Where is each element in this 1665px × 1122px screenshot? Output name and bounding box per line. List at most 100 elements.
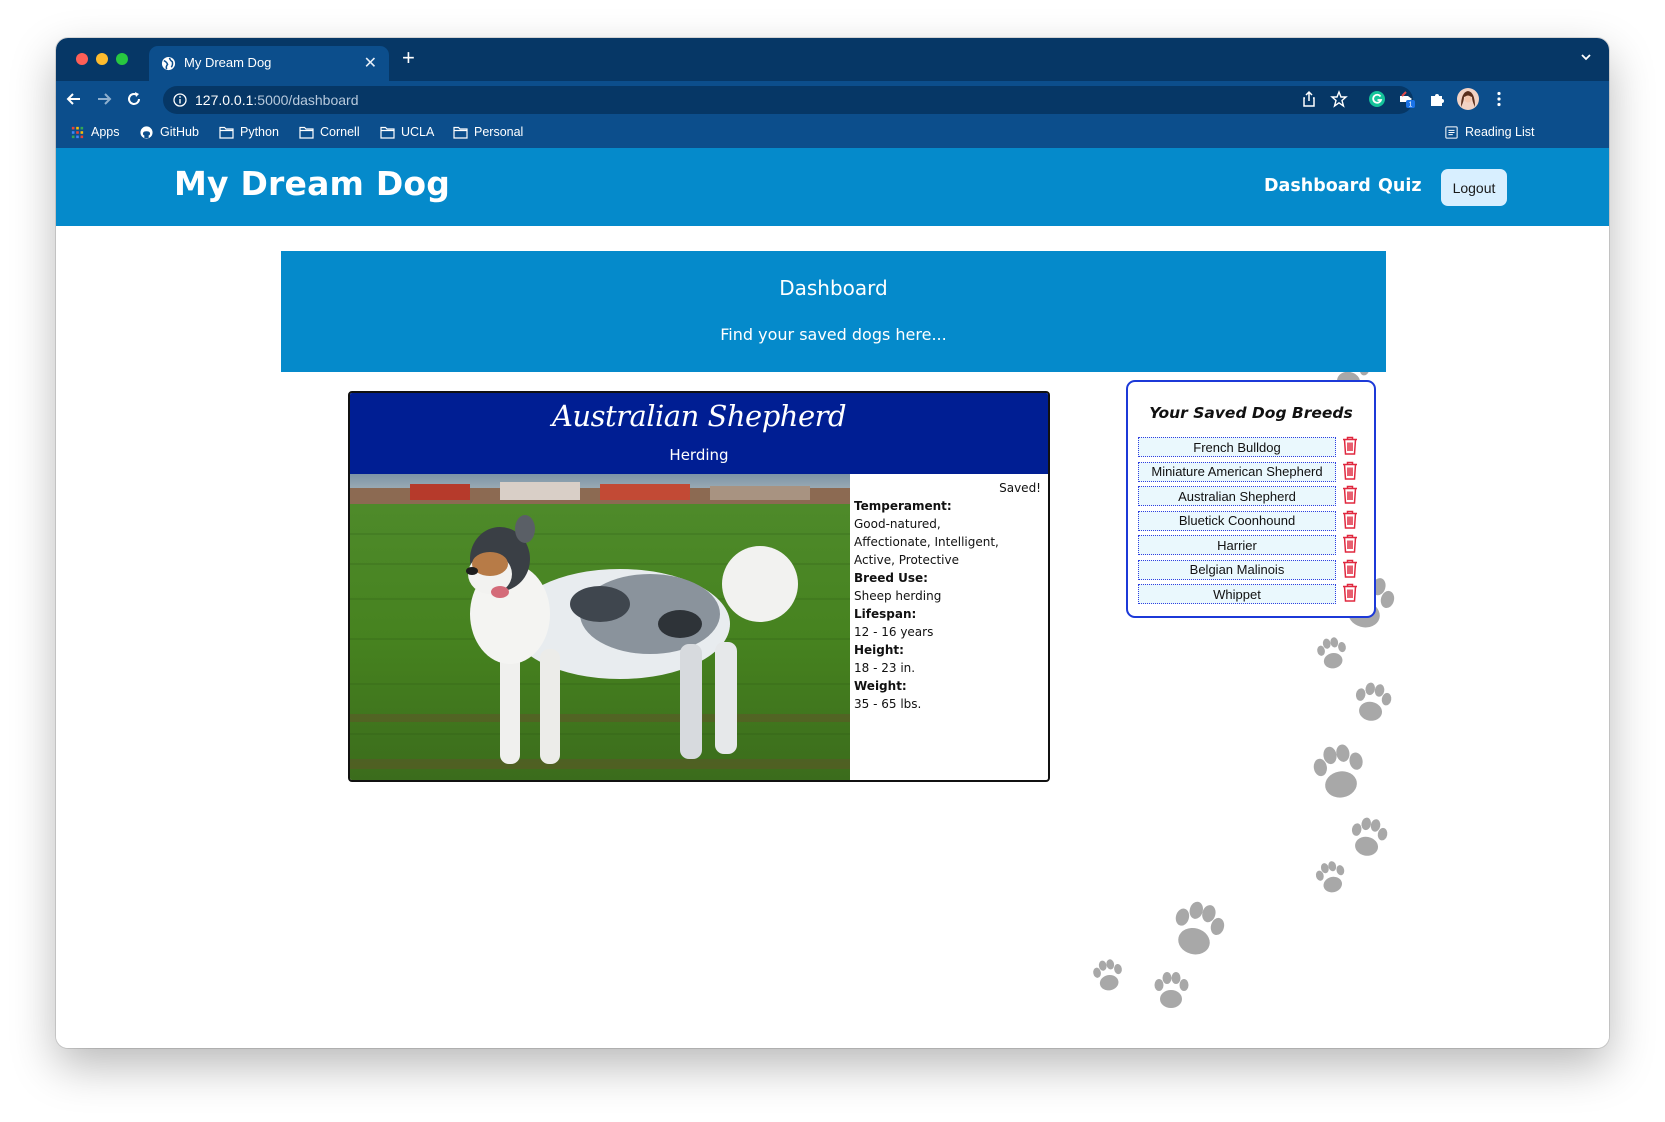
folder-icon xyxy=(219,126,234,139)
paw-print-icon xyxy=(1313,858,1350,896)
new-tab-button[interactable]: + xyxy=(402,45,415,71)
forward-arrow-icon[interactable] xyxy=(94,89,114,109)
reload-icon[interactable] xyxy=(124,89,144,109)
bookmarks-bar: Apps GitHub Python Cornell UCLA Personal xyxy=(56,118,1609,148)
dog-photo xyxy=(350,474,850,780)
bookmark-apps[interactable]: Apps xyxy=(70,125,120,139)
tab-close-icon[interactable]: ✕ xyxy=(364,53,377,72)
bookmark-label: Personal xyxy=(474,125,524,139)
maximize-window-button[interactable] xyxy=(116,53,128,65)
bookmark-label: Cornell xyxy=(320,125,360,139)
reading-list-icon xyxy=(1445,125,1458,139)
bookmark-label: Apps xyxy=(91,125,120,139)
bookmark-python[interactable]: Python xyxy=(219,125,279,139)
globe-icon xyxy=(161,56,176,71)
saved-breeds-panel: Your Saved Dog Breeds French Bulldog Mini… xyxy=(1126,380,1376,618)
extension-pin-icon[interactable]: 1 xyxy=(1398,90,1416,108)
saved-breed-button[interactable]: French Bulldog xyxy=(1138,437,1336,457)
bookmark-cornell[interactable]: Cornell xyxy=(299,125,360,139)
paw-print-icon xyxy=(1310,741,1369,802)
profile-avatar[interactable] xyxy=(1456,87,1480,111)
trash-icon[interactable] xyxy=(1342,559,1358,578)
dog-breed-group: Herding xyxy=(669,446,729,464)
chevron-down-icon[interactable] xyxy=(1581,52,1591,62)
paw-print-icon xyxy=(1347,815,1390,859)
saved-breed-button[interactable]: Miniature American Shepherd xyxy=(1138,461,1336,482)
height-label: Height: xyxy=(854,643,904,657)
bookmark-github[interactable]: GitHub xyxy=(139,125,199,139)
logout-button[interactable]: Logout xyxy=(1441,169,1507,206)
extension-badge: 1 xyxy=(1409,102,1413,109)
saved-breed-button[interactable]: Australian Shepherd xyxy=(1138,486,1336,506)
back-arrow-icon[interactable] xyxy=(64,89,84,109)
bookmark-label: GitHub xyxy=(160,125,199,139)
github-icon xyxy=(140,125,153,139)
url-text: 127.0.0.1:5000/dashboard xyxy=(195,92,359,108)
bookmark-personal[interactable]: Personal xyxy=(453,125,523,139)
temperament-value: Good-natured, Affectionate, Intelligent,… xyxy=(854,517,999,567)
minimize-window-button[interactable] xyxy=(96,53,108,65)
folder-icon xyxy=(380,126,395,139)
bookmark-label: UCLA xyxy=(401,125,435,139)
info-icon[interactable] xyxy=(173,93,187,107)
paw-print-icon xyxy=(1351,680,1394,724)
temperament-label: Temperament: xyxy=(854,499,952,513)
breed-use-value: Sheep herding xyxy=(854,589,942,603)
bookmark-ucla[interactable]: UCLA xyxy=(380,125,434,139)
dashboard-header: Dashboard Find your saved dogs here... xyxy=(281,251,1386,372)
trash-icon[interactable] xyxy=(1342,510,1358,529)
saved-breed-button[interactable]: Whippet xyxy=(1138,584,1336,604)
browser-toolbar: 127.0.0.1:5000/dashboard 1 xyxy=(56,81,1609,118)
browser-tab[interactable]: My Dream Dog ✕ xyxy=(149,46,389,81)
saved-breed-button[interactable]: Bluetick Coonhound xyxy=(1138,510,1336,531)
saved-breed-row: Harrier xyxy=(1138,534,1363,555)
dog-details: Saved! Temperament: Good-natured, Affect… xyxy=(854,474,1046,780)
site-brand[interactable]: My Dream Dog xyxy=(174,164,450,203)
page-subtitle: Find your saved dogs here... xyxy=(720,325,947,344)
page-content: My Dream Dog Dashboard Quiz Logout Dashb… xyxy=(56,148,1609,1048)
saved-breed-row: Bluetick Coonhound xyxy=(1138,510,1363,531)
share-icon[interactable] xyxy=(1300,90,1318,108)
apps-grid-icon xyxy=(71,126,84,138)
paw-print-icon xyxy=(1154,972,1189,1008)
saved-breed-row: French Bulldog xyxy=(1138,436,1363,457)
paw-print-icon xyxy=(1167,897,1229,961)
dog-card-header: Australian Shepherd Herding xyxy=(350,393,1048,474)
kebab-menu-icon[interactable] xyxy=(1490,90,1508,108)
saved-breeds-heading: Your Saved Dog Breeds xyxy=(1149,404,1353,422)
lifespan-label: Lifespan: xyxy=(854,607,917,621)
breed-use-label: Breed Use: xyxy=(854,571,928,585)
lifespan-value: 12 - 16 years xyxy=(854,625,934,639)
folder-icon xyxy=(299,126,314,139)
trash-icon[interactable] xyxy=(1342,534,1358,553)
grammarly-icon[interactable] xyxy=(1368,90,1386,108)
trash-icon[interactable] xyxy=(1342,461,1358,480)
tab-title: My Dream Dog xyxy=(184,55,272,70)
close-window-button[interactable] xyxy=(76,53,88,65)
trash-icon[interactable] xyxy=(1342,485,1358,504)
page-title: Dashboard xyxy=(779,276,888,300)
saved-breed-button[interactable]: Belgian Malinois xyxy=(1138,559,1336,580)
reading-list-label: Reading List xyxy=(1465,125,1535,139)
reading-list-button[interactable]: Reading List xyxy=(1444,125,1535,139)
bookmark-star-icon[interactable] xyxy=(1330,90,1348,108)
bookmark-label: Python xyxy=(240,125,279,139)
paw-print-icon xyxy=(1315,635,1350,671)
dog-card: Australian Shepherd Herding Saved! Tempe… xyxy=(348,391,1050,782)
trash-icon[interactable] xyxy=(1342,436,1358,455)
saved-breed-row: Belgian Malinois xyxy=(1138,559,1363,580)
weight-label: Weight: xyxy=(854,679,907,693)
nav-dashboard-link[interactable]: Dashboard xyxy=(1264,176,1371,196)
extensions-puzzle-icon[interactable] xyxy=(1428,90,1446,108)
height-value: 18 - 23 in. xyxy=(854,661,916,675)
saved-breed-button[interactable]: Harrier xyxy=(1138,535,1336,555)
folder-icon xyxy=(453,126,468,139)
dog-detail-list: Temperament: Good-natured, Affectionate,… xyxy=(854,497,1019,713)
nav-quiz-link[interactable]: Quiz xyxy=(1378,176,1422,196)
tab-strip: My Dream Dog ✕ + xyxy=(56,38,1609,81)
site-navbar: My Dream Dog Dashboard Quiz Logout xyxy=(56,148,1609,226)
address-bar[interactable]: 127.0.0.1:5000/dashboard xyxy=(163,86,1413,114)
paw-print-icon xyxy=(1091,957,1126,993)
weight-value: 35 - 65 lbs. xyxy=(854,697,922,711)
trash-icon[interactable] xyxy=(1342,583,1358,602)
